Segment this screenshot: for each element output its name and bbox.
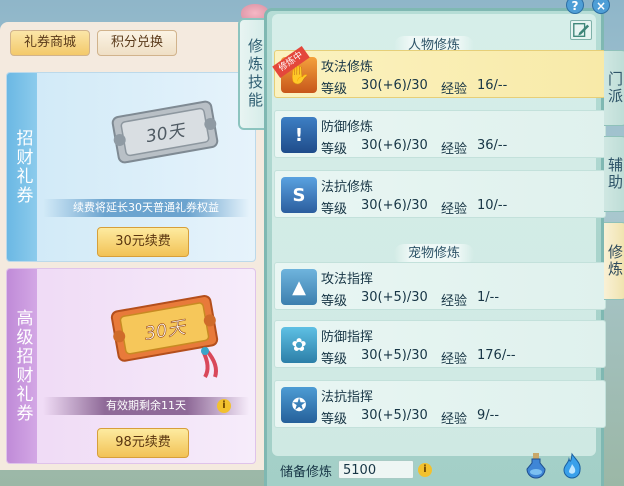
tab-gift-shop[interactable]: 礼券商城 xyxy=(10,30,90,56)
info-icon[interactable]: i xyxy=(418,463,432,477)
premium-ticket-card: 高级招财礼券 30天 有效期剩余11天 i 98元续费 xyxy=(6,268,256,464)
exp-value: 1/-- xyxy=(477,290,500,305)
info-icon[interactable]: i xyxy=(217,399,231,413)
exp-label: 经验 xyxy=(441,142,468,157)
reserve-training-value: 5100 xyxy=(338,460,414,479)
skill-row-pet-defense[interactable]: ✿ 防御指挥 等级 30(+5)/30 经验 176/-- xyxy=(274,320,606,368)
tab-sect[interactable]: 门派 xyxy=(604,50,624,126)
renew-98-button[interactable]: 98元续费 xyxy=(97,428,189,458)
skill-row-pet-magic-resist[interactable]: ✪ 法抗指挥 等级 30(+5)/30 经验 9/-- xyxy=(274,380,606,428)
exp-value: 16/-- xyxy=(477,78,508,93)
level-value: 30(+6)/30 xyxy=(361,198,428,213)
level-label: 等级 xyxy=(321,202,348,217)
pet-training-header: 宠物修炼 xyxy=(272,244,596,264)
skill-row-magic-resist[interactable]: S 法抗修炼 等级 30(+6)/30 经验 10/-- xyxy=(274,170,606,218)
skill-name: 法抗修炼 xyxy=(321,180,374,195)
exp-value: 36/-- xyxy=(477,138,508,153)
renew-30-button[interactable]: 30元续费 xyxy=(97,227,189,257)
exp-value: 176/-- xyxy=(477,348,516,363)
level-label: 等级 xyxy=(321,82,348,97)
level-label: 等级 xyxy=(321,142,348,157)
level-label: 等级 xyxy=(321,352,348,367)
gold-ticket-image: 30天 xyxy=(110,295,219,379)
exp-label: 经验 xyxy=(441,82,468,97)
silver-ticket-image: 30天 xyxy=(111,100,219,164)
potion-icon[interactable] xyxy=(524,452,548,480)
flame-icon[interactable] xyxy=(560,452,584,480)
exp-value: 9/-- xyxy=(477,408,500,423)
skill-row-defense[interactable]: ! 防御修炼 等级 30(+6)/30 经验 36/-- xyxy=(274,110,606,158)
skill-name: 防御指挥 xyxy=(321,330,374,345)
exp-label: 经验 xyxy=(441,352,468,367)
level-value: 30(+5)/30 xyxy=(361,408,428,423)
exp-label: 经验 xyxy=(441,294,468,309)
pet-attack-icon: ▲ xyxy=(281,269,317,305)
pet-defense-paw-icon: ✿ xyxy=(281,327,317,363)
defense-shield-icon: ! xyxy=(281,117,317,153)
exp-label: 经验 xyxy=(441,412,468,427)
level-label: 等级 xyxy=(321,294,348,309)
tab-training[interactable]: 修炼 xyxy=(604,222,624,300)
level-value: 30(+5)/30 xyxy=(361,290,428,305)
skill-row-pet-attack[interactable]: ▲ 攻法指挥 等级 30(+5)/30 经验 1/-- xyxy=(274,262,606,310)
edit-icon[interactable] xyxy=(570,20,592,40)
tab-points-exchange[interactable]: 积分兑换 xyxy=(97,30,177,56)
level-value: 30(+5)/30 xyxy=(361,348,428,363)
skill-name: 攻法修炼 xyxy=(321,60,374,75)
magic-resist-shield-icon: S xyxy=(281,177,317,213)
reserve-training-label: 储备修炼 xyxy=(280,465,333,480)
skill-name: 法抗指挥 xyxy=(321,390,374,405)
skill-name: 防御修炼 xyxy=(321,120,374,135)
gift-ticket-panel: 礼券商城 积分兑换 招财礼券 30天 续费将延长30天普通礼券权益 30元续费 … xyxy=(0,22,264,470)
exp-label: 经验 xyxy=(441,202,468,217)
skill-row-attack-magic[interactable]: ✋ 修炼中 攻法修炼 等级 30(+6)/30 经验 16/-- xyxy=(272,45,606,98)
premium-ticket-title: 高级招财礼券 xyxy=(7,269,37,463)
tab-assist[interactable]: 辅助 xyxy=(604,136,624,212)
close-icon[interactable]: × xyxy=(592,0,610,14)
exp-value: 10/-- xyxy=(477,198,508,213)
level-label: 等级 xyxy=(321,412,348,427)
level-value: 30(+6)/30 xyxy=(361,78,428,93)
fortune-ticket-card: 招财礼券 30天 续费将延长30天普通礼券权益 30元续费 xyxy=(6,72,256,262)
pet-magic-resist-icon: ✪ xyxy=(281,387,317,423)
fortune-ticket-title: 招财礼券 xyxy=(7,73,37,261)
level-value: 30(+6)/30 xyxy=(361,138,428,153)
skill-name: 攻法指挥 xyxy=(321,272,374,287)
ticket-description: 续费将延长30天普通礼券权益 xyxy=(43,199,249,217)
